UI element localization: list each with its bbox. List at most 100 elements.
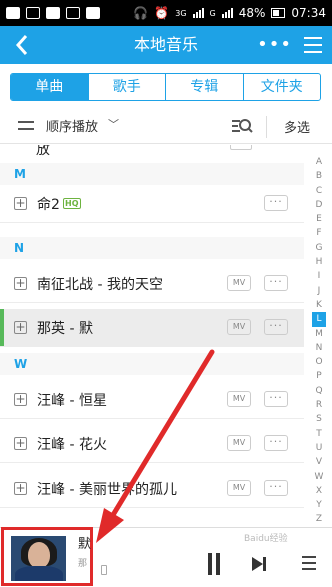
add-icon[interactable]: + xyxy=(14,437,27,450)
status-bar: 🎧 ⏰ 3G G 48% 07:34 xyxy=(0,0,332,26)
alphabet-letter[interactable]: M xyxy=(312,327,326,341)
phone-output-icon xyxy=(101,565,107,575)
partial-more-button[interactable] xyxy=(230,145,252,150)
song-row[interactable]: + 汪峰 - 花火 MV ··· xyxy=(0,425,304,463)
chevron-down-icon[interactable]: ﹀ xyxy=(108,116,119,132)
player-song-title: 默 xyxy=(78,537,92,552)
alphabet-letter[interactable]: E xyxy=(312,212,326,226)
add-icon[interactable]: + xyxy=(14,393,27,406)
back-chevron-icon[interactable] xyxy=(10,32,34,58)
playing-marker xyxy=(0,309,4,346)
more-dots-icon[interactable]: ••• xyxy=(257,36,292,54)
alphabet-letter[interactable]: F xyxy=(312,226,326,240)
alphabet-letter[interactable]: L xyxy=(312,312,326,327)
play-order-icon[interactable] xyxy=(18,118,36,134)
clock: 07:34 xyxy=(291,6,326,20)
mv-button[interactable]: MV xyxy=(227,391,251,407)
category-tabs: 单曲 歌手 专辑 文件夹 xyxy=(10,73,321,101)
multi-select-button[interactable]: 多选 xyxy=(284,117,310,136)
add-icon[interactable]: + xyxy=(14,197,27,210)
hamburger-menu-icon[interactable] xyxy=(304,37,322,53)
alphabet-letter[interactable]: I xyxy=(312,269,326,283)
alphabet-letter[interactable]: Q xyxy=(312,384,326,398)
tab-singles[interactable]: 单曲 xyxy=(11,74,88,100)
alphabet-letter[interactable]: R xyxy=(312,398,326,412)
add-icon[interactable]: + xyxy=(14,277,27,290)
alphabet-letter[interactable]: U xyxy=(312,441,326,455)
alarm-icon: ⏰ xyxy=(154,6,170,20)
more-options-button[interactable]: ··· xyxy=(264,319,288,335)
list-toolbar: 顺序播放 ﹀ 多选 xyxy=(0,108,332,144)
section-header-n: N xyxy=(0,237,304,259)
next-track-icon[interactable] xyxy=(250,555,268,573)
partial-song-row[interactable]: 放 xyxy=(0,145,304,159)
more-options-button[interactable]: ··· xyxy=(264,195,288,211)
song-row[interactable]: + 南征北战 - 我的天空 MV ··· xyxy=(0,265,304,303)
battery-icon xyxy=(271,8,286,18)
title-bar: 本地音乐 ••• xyxy=(0,26,332,64)
mini-player[interactable]: 默 那 Baidu经验 xyxy=(0,527,332,587)
tab-artists[interactable]: 歌手 xyxy=(87,74,166,100)
alphabet-letter[interactable]: G xyxy=(312,241,326,255)
alphabet-letter[interactable]: A xyxy=(312,155,326,169)
watermark-text: Baidu经验 xyxy=(244,534,288,544)
alphabet-letter[interactable]: P xyxy=(312,369,326,383)
notification-gallery-icon xyxy=(26,7,40,19)
signal-icon xyxy=(192,8,204,18)
notification-image-icon xyxy=(6,7,20,19)
mv-button[interactable]: MV xyxy=(227,275,251,291)
scan-search-icon[interactable] xyxy=(231,117,253,135)
network-type-2: G xyxy=(209,8,216,18)
alphabet-letter[interactable]: Y xyxy=(312,498,326,512)
alphabet-index[interactable]: ABCDEFGHIJKLMNOPQRSTUVWXYZ# xyxy=(312,155,326,539)
alphabet-letter[interactable]: K xyxy=(312,298,326,312)
song-row[interactable]: + 命2 HQ ··· xyxy=(0,185,304,223)
song-row[interactable]: + 汪峰 - 美丽世界的孤儿 MV ··· xyxy=(0,470,304,508)
alphabet-letter[interactable]: V xyxy=(312,455,326,469)
alphabet-letter[interactable]: B xyxy=(312,169,326,183)
more-options-button[interactable]: ··· xyxy=(264,391,288,407)
alphabet-letter[interactable]: H xyxy=(312,255,326,269)
section-header-m: M xyxy=(0,163,304,185)
play-mode-label[interactable]: 顺序播放 xyxy=(46,116,98,135)
pause-icon[interactable] xyxy=(208,553,222,575)
song-title: 命2 xyxy=(37,197,60,213)
alphabet-letter[interactable]: N xyxy=(312,341,326,355)
more-options-button[interactable]: ··· xyxy=(264,480,288,496)
tab-albums[interactable]: 专辑 xyxy=(165,74,243,100)
alphabet-letter[interactable]: W xyxy=(312,470,326,484)
add-icon[interactable]: + xyxy=(14,482,27,495)
alphabet-letter[interactable]: J xyxy=(312,284,326,298)
alphabet-letter[interactable]: O xyxy=(312,355,326,369)
alphabet-letter[interactable]: X xyxy=(312,484,326,498)
notification-app2-icon xyxy=(66,7,80,19)
signal-2-icon xyxy=(221,8,233,18)
headphone-icon: 🎧 xyxy=(133,6,149,20)
mv-button[interactable]: MV xyxy=(227,480,251,496)
battery-percent: 48% xyxy=(238,6,266,20)
playlist-icon[interactable] xyxy=(302,556,316,570)
song-title: 那英 - 默 xyxy=(37,321,93,337)
song-title: 汪峰 - 恒星 xyxy=(37,393,107,409)
notification-app-icon xyxy=(46,7,60,19)
mv-button[interactable]: MV xyxy=(227,435,251,451)
network-type: 3G xyxy=(175,8,187,18)
hq-badge: HQ xyxy=(63,198,81,209)
song-list[interactable]: 放 M + 命2 HQ ··· N + 南征北战 - 我的天空 MV ··· +… xyxy=(0,145,304,525)
more-options-button[interactable]: ··· xyxy=(264,435,288,451)
alphabet-letter[interactable]: C xyxy=(312,184,326,198)
partial-song-title: 放 xyxy=(36,145,50,158)
alphabet-letter[interactable]: D xyxy=(312,198,326,212)
tab-folders[interactable]: 文件夹 xyxy=(242,74,321,100)
song-row-playing[interactable]: + 那英 - 默 MV ··· xyxy=(0,309,304,347)
alphabet-letter[interactable]: T xyxy=(312,427,326,441)
notification-mail-icon xyxy=(86,7,100,19)
mv-button[interactable]: MV xyxy=(227,319,251,335)
add-icon[interactable]: + xyxy=(14,321,27,334)
more-options-button[interactable]: ··· xyxy=(264,275,288,291)
section-header-w: W xyxy=(0,353,304,375)
alphabet-letter[interactable]: S xyxy=(312,412,326,426)
alphabet-letter[interactable]: Z xyxy=(312,512,326,526)
song-row[interactable]: + 汪峰 - 恒星 MV ··· xyxy=(0,381,304,419)
player-artist: 那 xyxy=(78,559,88,569)
